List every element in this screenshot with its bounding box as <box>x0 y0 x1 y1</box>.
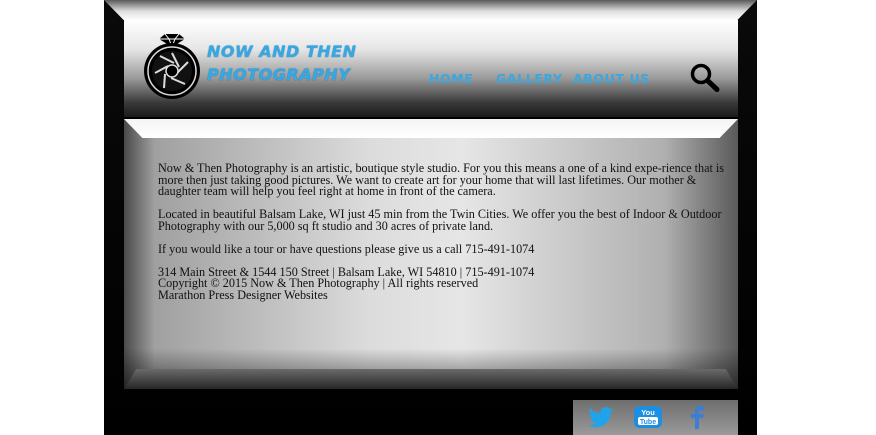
location-paragraph: Located in beautiful Balsam Lake, WI jus… <box>158 207 722 233</box>
about-text-block: Now & Then Photography is an artistic, b… <box>158 161 728 302</box>
svg-text:You: You <box>641 408 655 417</box>
twitter-icon[interactable] <box>587 404 615 430</box>
content-bottom-bevel <box>124 369 738 389</box>
contact-paragraph: If you would like a tour or have questio… <box>158 241 535 256</box>
nav-item-about-us[interactable]: ABOUT US <box>573 71 650 86</box>
nav-item-gallery[interactable]: GALLERY <box>496 71 563 86</box>
top-glow <box>104 0 757 20</box>
designer-credit[interactable]: Marathon Press Designer Websites <box>158 289 728 302</box>
nav-item-home[interactable]: HOME <box>429 71 473 86</box>
facebook-icon[interactable] <box>680 404 708 430</box>
youtube-icon[interactable]: You Tube <box>633 404 663 430</box>
brand-line-2: PHOTOGRAPHY <box>207 65 351 84</box>
brand-logo-text[interactable]: NOW AND THEN PHOTOGRAPHY <box>207 40 367 86</box>
search-icon[interactable] <box>689 62 721 92</box>
svg-text:Tube: Tube <box>640 419 656 426</box>
intro-paragraph: Now & Then Photography is an artistic, b… <box>158 161 725 198</box>
brand-line-1: NOW AND THEN <box>207 42 357 61</box>
content-top-bevel <box>124 119 738 138</box>
logo-aperture-icon[interactable] <box>141 33 203 99</box>
